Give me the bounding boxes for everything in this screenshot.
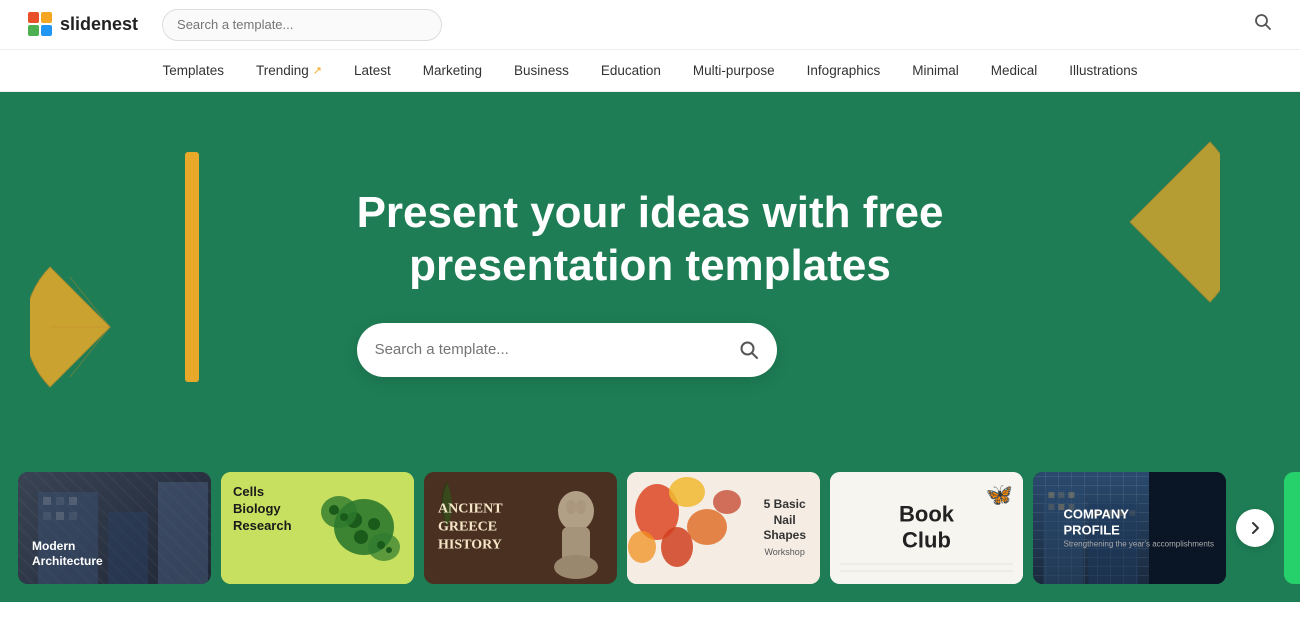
nav-minimal[interactable]: Minimal	[912, 63, 959, 78]
card-nail-shapes[interactable]: 5 BasicNailShapesWorkshop	[627, 472, 820, 584]
hero-title: Present your ideas with free presentatio…	[357, 187, 944, 293]
logo-text: slidenest	[60, 14, 138, 35]
header-search-input[interactable]	[162, 9, 442, 41]
hero-content: Present your ideas with free presentatio…	[357, 187, 944, 377]
nav-business[interactable]: Business	[514, 63, 569, 78]
search-icon	[739, 340, 759, 360]
card-modern-architecture[interactable]: ModernArchitecture	[18, 472, 211, 584]
main-nav: Templates Trending ↗ Latest Marketing Bu…	[0, 50, 1300, 92]
card-cells-biology[interactable]: CellsBiologyResearch	[221, 472, 414, 584]
bust-icon	[544, 489, 609, 584]
nav-multipurpose[interactable]: Multi-purpose	[693, 63, 775, 78]
hero-search-input[interactable]	[375, 341, 739, 358]
logo-icon	[28, 12, 54, 38]
card-1-title: ModernArchitecture	[32, 539, 103, 570]
nav-templates[interactable]: Templates	[162, 63, 224, 78]
biology-blobs	[319, 482, 409, 572]
nav-medical[interactable]: Medical	[991, 63, 1038, 78]
card-4-title: 5 BasicNailShapesWorkshop	[763, 497, 806, 559]
hero-banner: Present your ideas with free presentatio…	[0, 92, 1300, 472]
card-partial-preview	[1284, 472, 1300, 584]
butterfly-icon: 🦋	[986, 482, 1013, 508]
header: slidenest	[0, 0, 1300, 50]
card-book-club[interactable]: BookClub 🦋	[830, 472, 1023, 584]
card-6-subtitle: Strengthening the year's accomplishments	[1064, 540, 1215, 550]
deco-left-shape	[30, 247, 190, 412]
card-3-title: ANCIENTGREECEHISTORY	[438, 501, 503, 556]
next-button[interactable]	[1236, 509, 1274, 547]
header-search-icon[interactable]	[1254, 13, 1272, 36]
nav-education[interactable]: Education	[601, 63, 661, 78]
nav-infographics[interactable]: Infographics	[807, 63, 881, 78]
trending-arrow-icon: ↗	[313, 64, 322, 77]
nav-marketing[interactable]: Marketing	[423, 63, 482, 78]
template-cards-section: ModernArchitecture CellsBiologyResearch	[0, 472, 1300, 602]
card-ancient-greece[interactable]: ANCIENTGREECEHISTORY	[424, 472, 617, 584]
chevron-right-icon	[1247, 520, 1263, 536]
hero-search-container	[357, 323, 777, 377]
card-2-title: CellsBiologyResearch	[233, 484, 292, 535]
card-company-profile[interactable]: COMPANYPROFILE Strengthening the year's …	[1033, 472, 1226, 584]
card-5-title: BookClub	[899, 502, 954, 555]
nav-latest[interactable]: Latest	[354, 63, 391, 78]
deco-right-shape	[1040, 132, 1220, 317]
nav-illustrations[interactable]: Illustrations	[1069, 63, 1137, 78]
nav-trending[interactable]: Trending ↗	[256, 63, 322, 78]
logo[interactable]: slidenest	[28, 12, 138, 38]
card-6-title: COMPANYPROFILE Strengthening the year's …	[1064, 507, 1215, 550]
hero-search-button[interactable]	[739, 340, 759, 360]
book-lines	[840, 559, 1013, 579]
